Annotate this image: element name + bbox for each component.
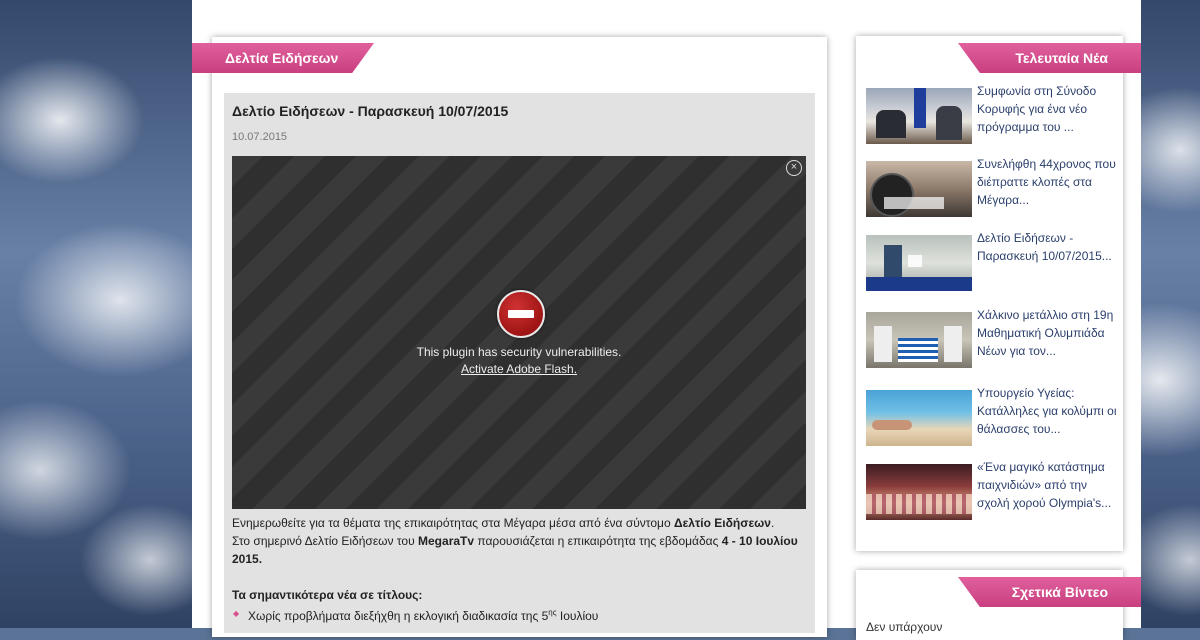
headline-sup: ης bbox=[548, 608, 557, 617]
headline-text: Χωρίς προβλήματα διεξήχθη η εκλογική δια… bbox=[248, 609, 549, 623]
latest-news-item[interactable]: «Ένα μαγικό κατάστημα παιχνιδιών» από τη… bbox=[866, 460, 1126, 522]
related-videos-title: Σχετικά Βίντεο bbox=[958, 577, 1141, 607]
news-title[interactable]: Συμφωνία στη Σύνοδο Κορυφής για ένα νέο … bbox=[977, 82, 1117, 136]
para1-text: Ενημερωθείτε για τα θέματα της επικαιρότ… bbox=[232, 516, 674, 530]
latest-news-title: Τελευταία Νέα bbox=[958, 43, 1141, 73]
latest-news-item[interactable]: Υπουργείο Υγείας: Κατάλληλες για κολύμπι… bbox=[866, 386, 1126, 448]
related-videos-empty: Δεν υπάρχουν bbox=[866, 620, 943, 634]
news-thumbnail[interactable] bbox=[866, 161, 972, 217]
blocked-plugin-icon bbox=[497, 290, 545, 338]
latest-news-item[interactable]: Χάλκινο μετάλλιο στη 19η Μαθηματική Ολυμ… bbox=[866, 308, 1126, 370]
article-title[interactable]: Δελτίο Ειδήσεων - Παρασκευή 10/07/2015 bbox=[232, 103, 508, 119]
latest-news-item[interactable]: Δελτίο Ειδήσεων - Παρασκευή 10/07/2015..… bbox=[866, 231, 1126, 293]
para2-mid: παρουσιάζεται η επικαιρότητα της εβδομάδ… bbox=[474, 534, 722, 548]
diamond-bullet-icon: ◆ bbox=[233, 609, 240, 618]
headline-item: Χωρίς προβλήματα διεξήχθη η εκλογική δια… bbox=[248, 604, 808, 625]
latest-news-item[interactable]: Συμφωνία στη Σύνοδο Κορυφής για ένα νέο … bbox=[866, 84, 1126, 146]
news-thumbnail[interactable] bbox=[866, 88, 972, 144]
para1-bold: Δελτίο Ειδήσεων bbox=[673, 516, 771, 530]
activate-flash-link[interactable]: Activate Adobe Flash. bbox=[461, 362, 577, 376]
close-icon[interactable]: × bbox=[786, 160, 802, 176]
headlines-title: Τα σημαντικότερα νέα σε τίτλους: bbox=[232, 588, 423, 602]
para1-end: . bbox=[770, 516, 775, 530]
article-paragraph-1: Ενημερωθείτε για τα θέματα της επικαιρότ… bbox=[232, 514, 808, 532]
plugin-message: This plugin has security vulnerabilities… bbox=[416, 345, 622, 359]
para2-bold-1: MegaraTv bbox=[418, 534, 475, 548]
section-title: Δελτία Ειδήσεων bbox=[192, 43, 374, 73]
news-thumbnail[interactable] bbox=[866, 312, 972, 368]
news-title[interactable]: Συνελήφθη 44χρονος που διέπραττε κλοπές … bbox=[977, 155, 1117, 209]
para2-text: Στο σημερινό Δελτίο Ειδήσεων του bbox=[232, 534, 419, 548]
headline-end: Ιουλίου bbox=[556, 609, 599, 623]
article-paragraph-2: Στο σημερινό Δελτίο Ειδήσεων του MegaraT… bbox=[232, 532, 808, 568]
latest-news-item[interactable]: Συνελήφθη 44χρονος που διέπραττε κλοπές … bbox=[866, 157, 1126, 219]
news-thumbnail[interactable] bbox=[866, 390, 972, 446]
news-title[interactable]: Χάλκινο μετάλλιο στη 19η Μαθηματική Ολυμ… bbox=[977, 306, 1117, 360]
article-date: 10.07.2015 bbox=[232, 131, 288, 143]
news-title[interactable]: «Ένα μαγικό κατάστημα παιχνιδιών» από τη… bbox=[977, 458, 1117, 512]
news-thumbnail[interactable] bbox=[866, 235, 972, 291]
news-thumbnail[interactable] bbox=[866, 464, 972, 520]
news-title[interactable]: Δελτίο Ειδήσεων - Παρασκευή 10/07/2015..… bbox=[977, 229, 1117, 265]
news-title[interactable]: Υπουργείο Υγείας: Κατάλληλες για κολύμπι… bbox=[977, 384, 1117, 438]
